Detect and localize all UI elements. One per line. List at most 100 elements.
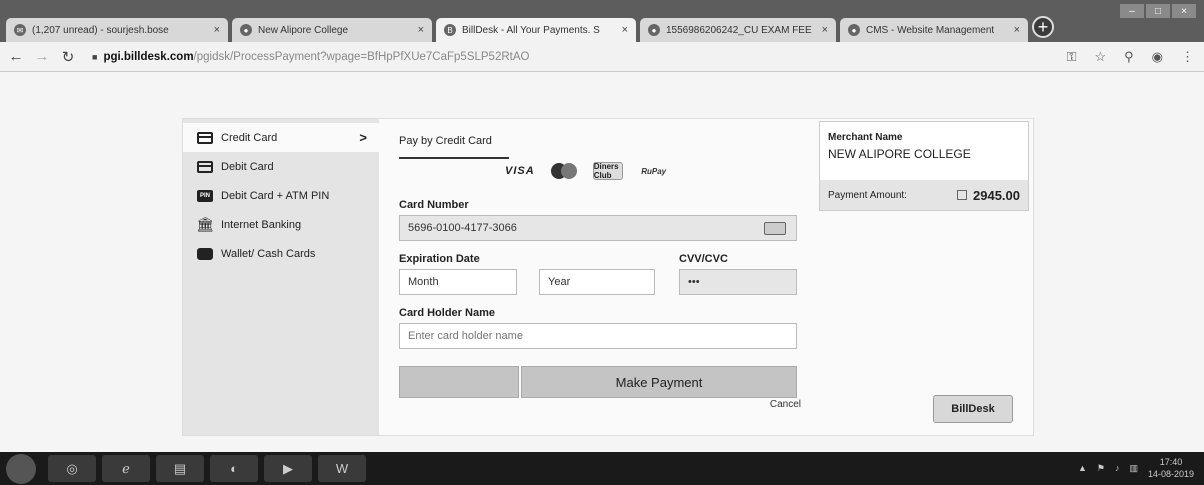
new-tab-button[interactable]: +	[1032, 16, 1054, 38]
month-value: Month	[408, 276, 439, 288]
sidebar-item-internet-banking[interactable]: 🏛 Internet Banking	[183, 210, 379, 239]
key-icon[interactable]: ⚿	[1067, 49, 1077, 65]
billdesk-logo: BillDesk	[933, 395, 1013, 423]
tray-arrow-icon[interactable]: ▲	[1078, 463, 1087, 473]
chrome-icon: ●	[848, 24, 860, 36]
media-taskbar-icon[interactable]: ▶	[264, 455, 312, 482]
menu-icon[interactable]: ⋮	[1181, 49, 1194, 65]
forward-icon[interactable]: →	[32, 48, 52, 65]
secondary-button[interactable]	[399, 366, 519, 398]
payment-amount-label: Payment Amount:	[828, 189, 907, 201]
merchant-heading: Merchant Name	[828, 132, 903, 143]
minimize-icon[interactable]: –	[1120, 4, 1144, 18]
mail-icon: ✉	[14, 24, 26, 36]
browser-tab-alipore[interactable]: ● New Alipore College ×	[232, 18, 432, 42]
address-bar[interactable]: ■ pgi.billdesk.com /pgidsk/ProcessPaymen…	[92, 51, 952, 63]
card-number-label: Card Number	[399, 199, 469, 211]
expiry-year-select[interactable]: Year	[539, 269, 655, 295]
sidebar-item-label: Debit Card + ATM PIN	[221, 189, 330, 202]
close-window-icon[interactable]: ×	[1172, 4, 1196, 18]
page-content: Credit Card > Debit Card PIN Debit Card …	[0, 72, 1204, 452]
payment-amount-row: Payment Amount: 2945.00	[820, 180, 1028, 210]
card-holder-input[interactable]	[399, 323, 797, 349]
tab-label: 1556986206242_CU EXAM FEE	[666, 24, 812, 36]
windows-taskbar: ◎ ℯ ▤ ◐ ▶ W ▲ ⚑ ♪ ▥ 17:40 14-08-2019	[0, 452, 1204, 485]
close-icon[interactable]: ×	[214, 24, 220, 36]
merchant-name: NEW ALIPORE COLLEGE	[828, 147, 971, 161]
tab-label: New Alipore College	[258, 24, 349, 36]
bank-icon: 🏛	[196, 216, 214, 232]
year-value: Year	[548, 276, 571, 288]
ie-taskbar-icon[interactable]: ℯ	[102, 455, 150, 482]
close-icon[interactable]: ×	[622, 24, 628, 36]
billdesk-icon: B	[444, 24, 456, 36]
chrome-icon: ●	[240, 24, 252, 36]
expiration-date-label: Expiration Date	[399, 253, 480, 265]
card-number-value: 5696-0100-4177-3066	[408, 222, 517, 234]
sidebar-item-label: Internet Banking	[221, 218, 302, 231]
browser-tab-exam-fee[interactable]: ● 1556986206242_CU EXAM FEE ×	[640, 18, 836, 42]
back-icon[interactable]: ←	[6, 48, 26, 65]
window-controls: – □ ×	[1120, 4, 1196, 18]
close-icon[interactable]: ×	[418, 24, 424, 36]
tab-label: BillDesk - All Your Payments. S	[462, 24, 600, 36]
make-payment-button[interactable]: Make Payment	[521, 366, 797, 398]
system-tray: ▲ ⚑ ♪ ▥ 17:40 14-08-2019	[1078, 456, 1194, 480]
folder-taskbar-icon[interactable]: ▤	[156, 455, 204, 482]
card-icon	[764, 222, 786, 235]
browser-toolbar: ← → ↻ ■ pgi.billdesk.com /pgidsk/Process…	[0, 42, 1204, 72]
tab-label: CMS - Website Management	[866, 24, 995, 36]
url-host: pgi.billdesk.com	[103, 50, 194, 63]
payment-amount-value: 2945.00	[957, 188, 1020, 203]
sidebar-item-label: Wallet/ Cash Cards	[221, 247, 316, 260]
merchant-info-box: Merchant Name NEW ALIPORE COLLEGE Paymen…	[819, 121, 1029, 211]
expiry-month-select[interactable]: Month	[399, 269, 517, 295]
star-icon[interactable]: ☆	[1094, 49, 1106, 65]
maximize-icon[interactable]: □	[1146, 4, 1170, 18]
cvv-value: •••	[688, 276, 700, 288]
reload-icon[interactable]: ↻	[58, 48, 78, 66]
sidebar-item-label: Credit Card	[221, 131, 278, 144]
network-icon[interactable]: ▥	[1129, 463, 1138, 474]
chrome-taskbar-icon[interactable]: ◎	[48, 455, 96, 482]
chevron-right-icon: >	[359, 130, 367, 145]
visa-logo: VISA	[505, 165, 535, 177]
amount-text: 2945.00	[973, 187, 1020, 203]
word-taskbar-icon[interactable]: W	[318, 455, 366, 482]
payment-methods-sidebar: Credit Card > Debit Card PIN Debit Card …	[183, 119, 379, 435]
sidebar-item-wallet[interactable]: Wallet/ Cash Cards	[183, 239, 379, 268]
cvv-input[interactable]: •••	[679, 269, 797, 295]
start-button[interactable]	[6, 454, 36, 484]
cancel-link[interactable]: Cancel	[770, 399, 801, 410]
chrome-icon: ●	[648, 24, 660, 36]
flag-icon[interactable]: ⚑	[1097, 463, 1105, 474]
browser-tab-billdesk[interactable]: B BillDesk - All Your Payments. S ×	[436, 18, 636, 42]
sidebar-item-debit-card[interactable]: Debit Card	[183, 152, 379, 181]
sidebar-item-atm-pin[interactable]: PIN Debit Card + ATM PIN	[183, 181, 379, 210]
sidebar-item-label: Debit Card	[221, 160, 274, 173]
rupay-logo: RuPay	[641, 166, 667, 176]
browser-tab-gmail[interactable]: ✉ (1,207 unread) - sourjesh.bose ×	[6, 18, 228, 42]
browser-tab-cms[interactable]: ● CMS - Website Management ×	[840, 18, 1028, 42]
rupee-icon	[957, 189, 967, 200]
close-icon[interactable]: ×	[1014, 24, 1020, 36]
card-brands: VISA Diners Club RuPay	[505, 162, 671, 180]
credit-card-form: Pay by Credit Card VISA Diners Club RuPa…	[379, 119, 809, 435]
mastercard-logo	[549, 162, 579, 180]
url-path: /pgidsk/ProcessPayment?wpage=BfHpPfXUe7C…	[193, 50, 530, 63]
debit-card-icon	[197, 160, 213, 173]
player-taskbar-icon[interactable]: ◐	[210, 455, 258, 482]
tab-pay-by-credit-card[interactable]: Pay by Credit Card	[399, 135, 509, 159]
extension-icon[interactable]: ⚲	[1124, 49, 1134, 65]
sidebar-item-credit-card[interactable]: Credit Card >	[183, 123, 379, 152]
card-number-input[interactable]: 5696-0100-4177-3066	[399, 215, 797, 241]
close-icon[interactable]: ×	[822, 24, 828, 36]
profile-icon[interactable]: ◉	[1152, 49, 1163, 65]
lock-icon: ■	[92, 51, 98, 62]
credit-card-icon	[197, 131, 213, 144]
clock-date: 14-08-2019	[1147, 469, 1194, 479]
cvv-label: CVV/CVC	[679, 253, 728, 265]
clock[interactable]: 17:40 14-08-2019	[1148, 456, 1194, 480]
card-holder-label: Card Holder Name	[399, 307, 495, 319]
volume-icon[interactable]: ♪	[1115, 463, 1120, 473]
